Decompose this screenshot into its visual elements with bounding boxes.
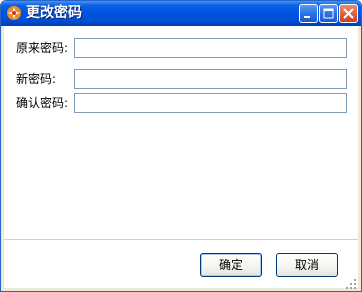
new-password-input[interactable] [74, 69, 347, 89]
ok-button[interactable]: 确定 [200, 253, 262, 277]
old-password-input[interactable] [74, 38, 347, 58]
minimize-icon [304, 16, 310, 18]
app-logo-icon [6, 5, 22, 21]
close-icon [343, 8, 354, 19]
close-button[interactable] [339, 4, 358, 23]
dialog-body: 原来密码: 新密码: 确认密码: 确定 取消 [4, 26, 358, 289]
confirm-password-label: 确认密码: [16, 96, 69, 110]
button-area-divider [4, 239, 358, 240]
old-password-label: 原来密码: [16, 41, 69, 55]
new-password-label: 新密码: [16, 72, 57, 86]
confirm-password-input[interactable] [74, 93, 347, 113]
window-title: 更改密码 [26, 5, 82, 21]
maximize-button[interactable] [319, 4, 338, 23]
maximize-icon [323, 8, 334, 19]
resize-grip-icon[interactable] [345, 275, 357, 289]
title-bar[interactable]: 更改密码 [1, 1, 361, 26]
minimize-button[interactable] [299, 4, 318, 23]
change-password-dialog: 更改密码 原来密码: 新密码: 确认密码: 确定 取消 [0, 0, 362, 292]
cancel-button[interactable]: 取消 [276, 253, 338, 277]
